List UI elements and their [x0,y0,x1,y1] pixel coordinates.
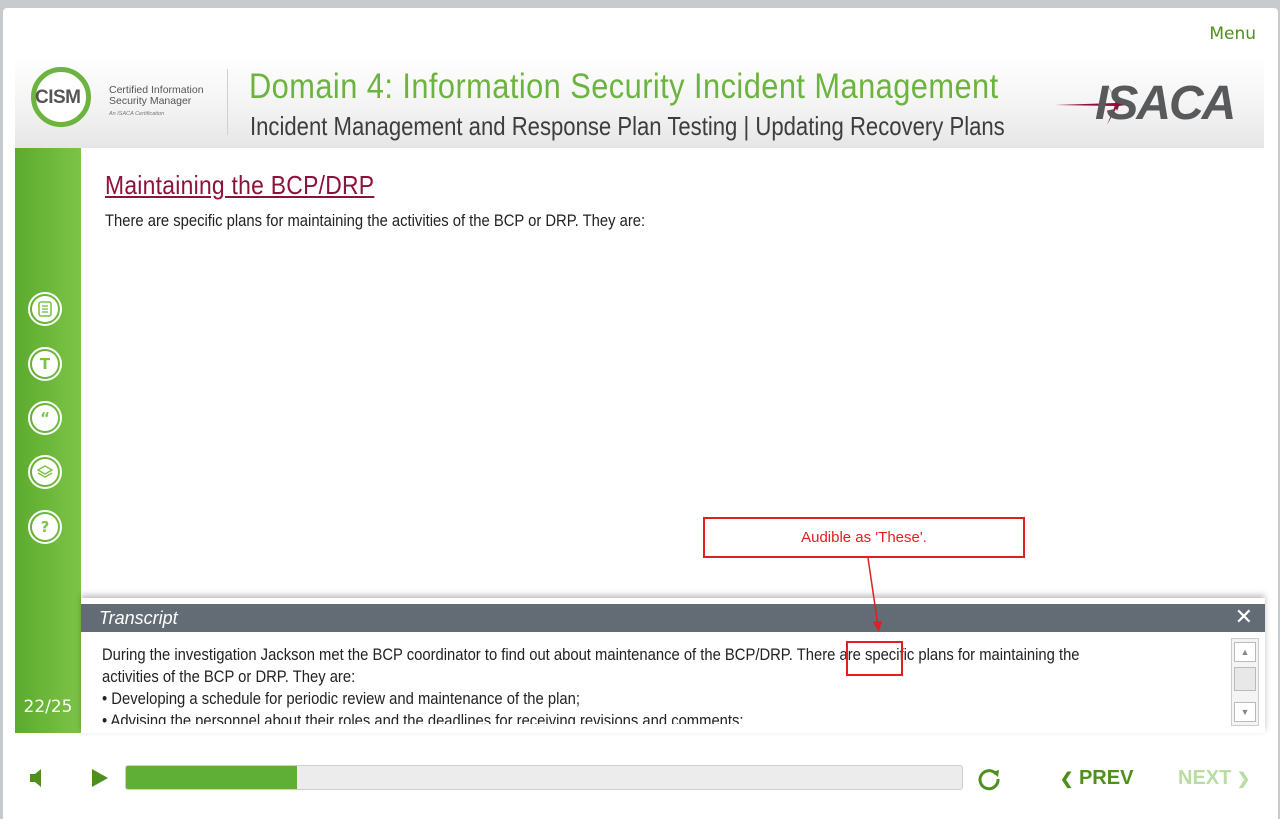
next-button[interactable]: NEXT ❯ [1178,767,1250,790]
scroll-thumb[interactable] [1234,667,1256,691]
transcript-text: During the investigation Jackson met the… [102,644,1202,724]
cism-logo: CISM Certified Information Security Mana… [31,67,211,137]
next-label: NEXT [1178,767,1232,789]
play-icon[interactable] [90,767,110,789]
transcript-line: activities of the BCP or DRP. They are: [102,667,356,686]
cism-line2: Security Manager [109,95,192,107]
glossary-icon[interactable]: T [28,347,62,381]
resources-icon[interactable] [28,455,62,489]
transcript-line: • Advising the personnel about their rol… [102,711,744,724]
highlighted-word-box [846,641,903,676]
page-counter: 22/25 [23,697,73,717]
prev-label: PREV [1078,767,1134,789]
sidebar: T “ ? 22/25 [15,148,81,733]
annotation-arrow-icon [867,557,882,632]
transcript-panel: Transcript ✕ During the investigation Ja… [81,598,1265,733]
chevron-left-icon: ❮ [1060,771,1074,788]
header-divider [227,69,228,135]
cism-sub: An ISACA Certification [109,111,165,117]
player-controls: ❮ PREV NEXT ❯ [0,740,1280,819]
transcript-line: • Developing a schedule for periodic rev… [102,689,580,708]
cism-badge: CISM [35,87,81,108]
progress-bar[interactable] [125,765,963,790]
course-header: CISM Certified Information Security Mana… [15,57,1264,148]
notes-icon[interactable] [28,292,62,326]
transcript-title: Transcript [99,608,178,628]
help-icon[interactable]: ? [28,510,62,544]
menu-link[interactable]: Menu [1209,24,1256,44]
transcript-scrollbar[interactable]: ▲ ▼ [1231,638,1259,726]
slide-intro: There are specific plans for maintaining… [105,211,646,230]
close-icon[interactable]: ✕ [1235,604,1253,630]
chevron-right-icon: ❯ [1236,771,1251,788]
isaca-wordmark: ISACA [1095,77,1236,130]
review-annotation: Audible as 'These'. [703,517,1025,558]
header-subtitle: Incident Management and Response Plan Te… [250,111,1005,141]
slide-title: Maintaining the BCP/DRP [105,170,375,200]
transcript-header: Transcript ✕ [81,604,1265,632]
scroll-up-icon[interactable]: ▲ [1234,642,1256,662]
domain-title: Domain 4: Information Security Incident … [249,67,999,106]
prev-button[interactable]: ❮ PREV [1060,767,1133,790]
replay-icon[interactable] [976,766,1002,792]
volume-icon[interactable] [28,767,48,789]
isaca-logo: ISACA [1055,79,1240,129]
progress-fill [126,766,298,789]
scroll-down-icon[interactable]: ▼ [1234,702,1256,722]
quote-icon[interactable]: “ [28,401,62,435]
transcript-line: During the investigation Jackson met the… [102,645,1080,664]
